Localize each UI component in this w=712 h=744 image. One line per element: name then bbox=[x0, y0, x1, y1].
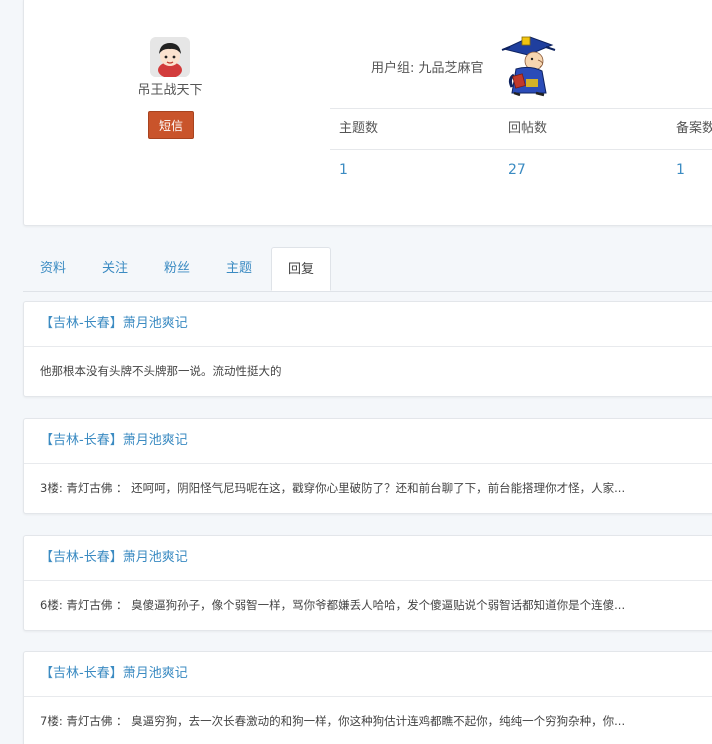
tab-topics[interactable]: 主题 bbox=[213, 247, 265, 291]
stats-header-topics: 主题数 bbox=[339, 121, 379, 136]
reply-thread-link[interactable]: 【吉林-长春】萧月池爽记 bbox=[40, 302, 188, 346]
tab-followers[interactable]: 粉丝 bbox=[151, 247, 203, 291]
user-avatar[interactable] bbox=[150, 37, 190, 77]
send-pm-button[interactable]: 短信 bbox=[148, 111, 194, 139]
stats-value-topics[interactable]: 1 bbox=[339, 150, 348, 190]
stats-value-replies[interactable]: 27 bbox=[508, 150, 526, 190]
stats-header-row: 主题数 回帖数 备案数 bbox=[330, 109, 712, 150]
stats-header-replies: 回帖数 bbox=[508, 121, 548, 136]
reply-thread-link[interactable]: 【吉林-长春】萧月池爽记 bbox=[40, 419, 188, 463]
reply-card: 【吉林-长春】萧月池爽记 他那根本没有头牌不头牌那一说。流动性挺大的 bbox=[23, 301, 712, 397]
reply-excerpt: 7楼: 青灯古佛 ： 臭逼穷狗，去一次长春激动的和狗一样，你这种狗估计连鸡都瞧不… bbox=[40, 714, 626, 728]
stats-value-records[interactable]: 1 bbox=[676, 150, 685, 190]
stats-value-row: 1 27 1 bbox=[330, 150, 712, 190]
avatar-icon bbox=[150, 37, 190, 77]
reply-card: 【吉林-长春】萧月池爽记 3楼: 青灯古佛 ： 还呵呵，阴阳怪气尼玛呢在这，戳穿… bbox=[23, 418, 712, 514]
reply-thread-link[interactable]: 【吉林-长春】萧月池爽记 bbox=[40, 652, 188, 696]
reply-card: 【吉林-长春】萧月池爽记 6楼: 青灯古佛 ： 臭傻逼狗孙子，像个弱智一样，骂你… bbox=[23, 535, 712, 631]
usergroup-label: 用户组: 九品芝麻官 bbox=[371, 61, 484, 76]
reply-thread-link[interactable]: 【吉林-长春】萧月池爽记 bbox=[40, 536, 188, 580]
profile-card: 吊王战天下 短信 用户组: 九品芝麻官 主题数 回帖数 备案数 1 27 1 bbox=[23, 0, 712, 226]
username: 吊王战天下 bbox=[137, 83, 203, 98]
tab-following[interactable]: 关注 bbox=[89, 247, 141, 291]
official-cartoon-icon bbox=[500, 35, 556, 97]
profile-tabs: 资料 关注 粉丝 主题 回复 bbox=[23, 247, 712, 292]
profile-page: 吊王战天下 短信 用户组: 九品芝麻官 主题数 回帖数 备案数 1 27 1 资… bbox=[0, 0, 712, 744]
reply-excerpt: 6楼: 青灯古佛 ： 臭傻逼狗孙子，像个弱智一样，骂你爷都嫌丢人哈哈，发个傻逼贴… bbox=[40, 598, 626, 612]
reply-excerpt: 3楼: 青灯古佛 ： 还呵呵，阴阳怪气尼玛呢在这，戳穿你心里破防了？还和前台聊了… bbox=[40, 481, 626, 495]
stats-table: 主题数 回帖数 备案数 1 27 1 bbox=[330, 108, 712, 190]
tab-replies[interactable]: 回复 bbox=[271, 247, 331, 291]
tab-profile[interactable]: 资料 bbox=[27, 247, 79, 291]
stats-header-records: 备案数 bbox=[676, 121, 712, 136]
reply-card: 【吉林-长春】萧月池爽记 7楼: 青灯古佛 ： 臭逼穷狗，去一次长春激动的和狗一… bbox=[23, 651, 712, 744]
reply-excerpt: 他那根本没有头牌不头牌那一说。流动性挺大的 bbox=[40, 364, 282, 378]
